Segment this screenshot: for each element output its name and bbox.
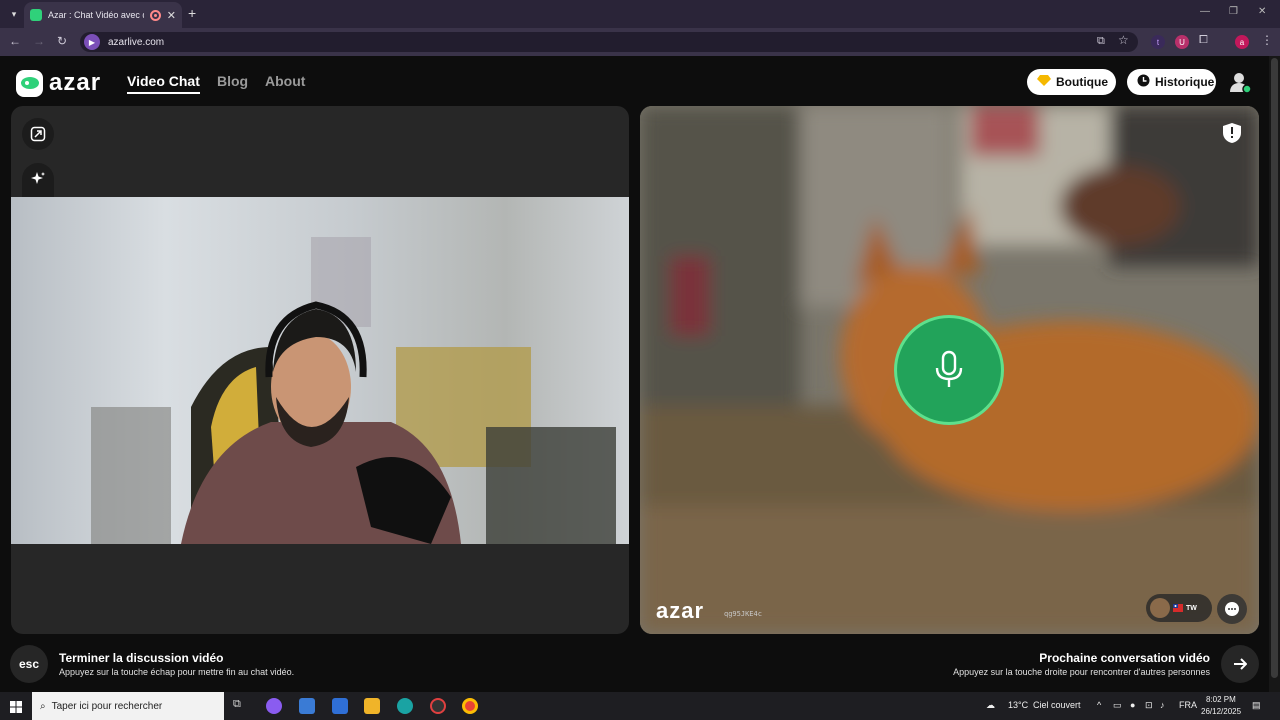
obs-icon[interactable] bbox=[430, 698, 446, 714]
clock-icon bbox=[1137, 74, 1150, 90]
address-bar[interactable]: ▶ azarlive.com bbox=[80, 32, 1138, 52]
install-app-icon[interactable]: ⧉ bbox=[1097, 35, 1105, 48]
history-button[interactable]: Historique bbox=[1127, 69, 1216, 95]
nav-video-chat[interactable]: Video Chat bbox=[127, 73, 200, 94]
recording-icon bbox=[149, 9, 161, 21]
minimize-icon[interactable]: — bbox=[1200, 6, 1210, 17]
store-icon[interactable] bbox=[299, 698, 315, 714]
my-video-panel bbox=[11, 106, 629, 634]
profile-icon[interactable]: a bbox=[1235, 35, 1249, 49]
user-avatar-icon[interactable] bbox=[1229, 71, 1252, 94]
azar-logo-icon bbox=[16, 69, 43, 97]
new-tab-icon[interactable]: + bbox=[188, 5, 196, 21]
clock-date[interactable]: 26/12/2025 bbox=[1201, 707, 1241, 716]
chat-button[interactable] bbox=[1217, 594, 1247, 624]
microphone-button[interactable] bbox=[894, 315, 1004, 425]
peer-country: TW bbox=[1186, 604, 1197, 612]
end-chat-title: Terminer la discussion vidéo bbox=[59, 651, 224, 665]
end-chat-subtitle: Appuyez sur la touche échap pour mettre … bbox=[59, 667, 295, 677]
search-icon: ⌕ bbox=[40, 700, 46, 712]
windows-taskbar: ⌕ Taper ici pour rechercher ⧉ ☁ 13°C Cie… bbox=[0, 692, 1280, 720]
gem-icon bbox=[1037, 75, 1051, 89]
browser-tab-strip: ▾ Azar : Chat Vidéo avec de n ✕ + — ❐ ✕ bbox=[0, 0, 1280, 28]
peer-info-chip[interactable]: TW bbox=[1146, 594, 1212, 622]
browser-toolbar: ← → ↻ ▶ azarlive.com ⧉ ☆ t U ⧠ a ⋮ bbox=[0, 28, 1280, 56]
report-shield-icon[interactable] bbox=[1223, 123, 1241, 143]
esc-key-button[interactable]: esc bbox=[10, 645, 48, 683]
clock-time[interactable]: 8:02 PM bbox=[1206, 695, 1236, 704]
url-text: azarlive.com bbox=[108, 36, 165, 48]
azar-watermark: azar bbox=[656, 598, 705, 623]
tray-chevron-icon[interactable]: ^ bbox=[1097, 700, 1101, 710]
browser-menu-icon[interactable]: ⋮ bbox=[1261, 33, 1273, 47]
scrollbar-thumb[interactable] bbox=[1271, 58, 1278, 678]
partner-video-panel: azar qg95JKE4c TW bbox=[640, 106, 1259, 634]
session-id: qg95JKE4c bbox=[724, 610, 762, 618]
azar-page: azar Video Chat Blog About Boutique Hist… bbox=[0, 56, 1269, 692]
window-close-icon[interactable]: ✕ bbox=[1258, 6, 1266, 17]
search-placeholder: Taper ici pour rechercher bbox=[51, 700, 163, 712]
shop-button[interactable]: Boutique bbox=[1027, 69, 1116, 95]
history-label: Historique bbox=[1155, 75, 1215, 89]
next-chat-button[interactable] bbox=[1221, 645, 1259, 683]
site-info-icon[interactable]: ▶ bbox=[84, 34, 100, 50]
my-camera-video bbox=[11, 197, 629, 544]
expand-icon bbox=[30, 126, 46, 142]
azar-logo[interactable]: azar bbox=[16, 69, 101, 97]
sparkle-effects-icon[interactable] bbox=[30, 171, 46, 192]
windows-start-icon[interactable] bbox=[10, 700, 22, 718]
chrome-icon[interactable] bbox=[462, 698, 478, 714]
forward-icon[interactable]: → bbox=[33, 34, 45, 48]
weather-text[interactable]: Ciel couvert bbox=[1033, 700, 1081, 710]
peer-avatar bbox=[1150, 598, 1170, 618]
back-icon[interactable]: ← bbox=[9, 34, 21, 48]
tab-close-icon[interactable]: ✕ bbox=[167, 9, 176, 22]
nav-blog[interactable]: Blog bbox=[217, 73, 248, 89]
restore-icon[interactable]: ❐ bbox=[1229, 6, 1238, 17]
tab-search-icon[interactable]: ▾ bbox=[4, 4, 24, 24]
extension-u-icon[interactable]: U bbox=[1175, 35, 1189, 49]
temperature[interactable]: 13°C bbox=[1008, 700, 1028, 710]
shop-label: Boutique bbox=[1056, 75, 1108, 89]
tab-title: Azar : Chat Vidéo avec de n bbox=[48, 10, 144, 20]
taskbar-search-box[interactable]: ⌕ Taper ici pour rechercher bbox=[32, 692, 224, 720]
file-explorer-icon[interactable] bbox=[364, 698, 380, 714]
nav-about[interactable]: About bbox=[265, 73, 305, 89]
mic-tray-icon[interactable]: ● bbox=[1130, 700, 1135, 710]
notifications-icon[interactable]: ▤ bbox=[1252, 700, 1261, 711]
copilot-icon[interactable] bbox=[266, 698, 282, 714]
next-chat-title: Prochaine conversation vidéo bbox=[1039, 651, 1210, 665]
mail-icon[interactable] bbox=[332, 698, 348, 714]
taiwan-flag-icon bbox=[1173, 599, 1183, 617]
chat-bubble-icon bbox=[1225, 602, 1239, 616]
monitor-tray-icon[interactable]: ⊡ bbox=[1145, 700, 1153, 711]
microphone-icon bbox=[935, 350, 963, 387]
arrow-right-icon bbox=[1234, 658, 1247, 670]
browser-tab[interactable]: Azar : Chat Vidéo avec de n ✕ bbox=[24, 2, 182, 28]
network-icon[interactable]: ▭ bbox=[1113, 700, 1122, 711]
logo-text: azar bbox=[49, 69, 102, 96]
edge-icon[interactable] bbox=[397, 698, 413, 714]
reload-icon[interactable]: ↻ bbox=[57, 34, 67, 48]
language-indicator[interactable]: FRA bbox=[1179, 700, 1197, 710]
weather-icon[interactable]: ☁ bbox=[986, 700, 995, 711]
extension-t-icon[interactable]: t bbox=[1151, 35, 1165, 49]
bookmark-star-icon[interactable]: ☆ bbox=[1118, 33, 1129, 47]
task-view-icon[interactable]: ⧉ bbox=[233, 698, 249, 714]
next-chat-subtitle: Appuyez sur la touche droite pour rencon… bbox=[953, 667, 1210, 677]
fullscreen-button[interactable] bbox=[22, 118, 54, 150]
extensions-puzzle-icon[interactable]: ⧠ bbox=[1199, 34, 1208, 47]
page-scrollbar[interactable] bbox=[1269, 56, 1280, 692]
volume-icon[interactable]: ♪ bbox=[1160, 700, 1165, 710]
azar-favicon-icon bbox=[30, 9, 42, 21]
